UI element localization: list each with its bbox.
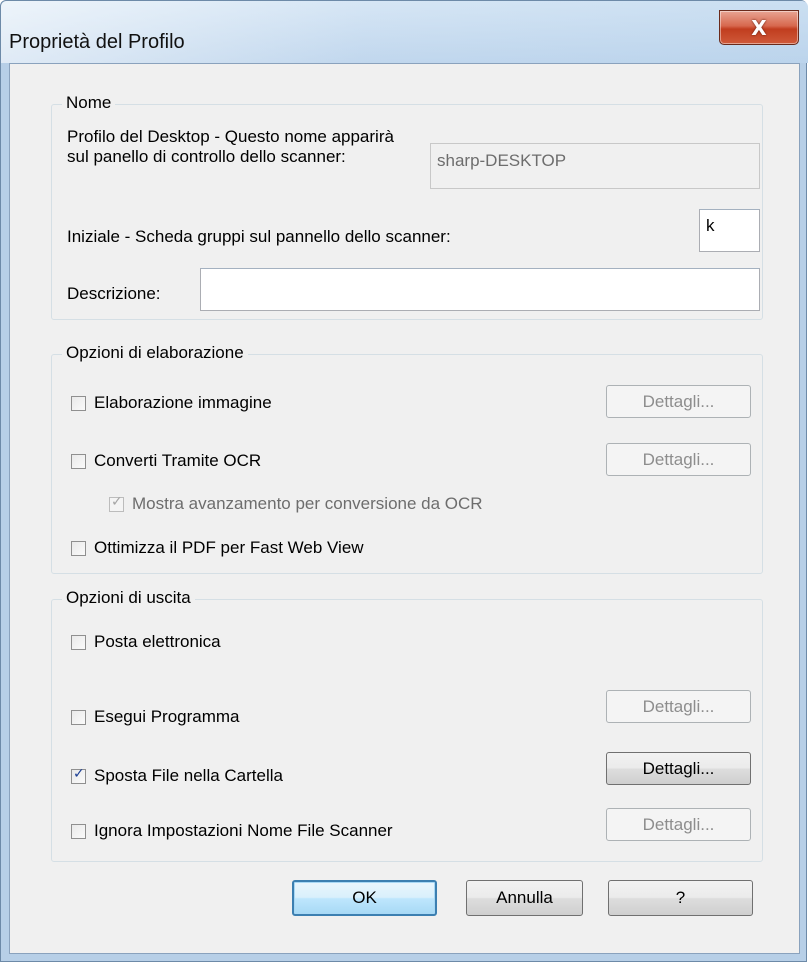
fast-web-view-check-box[interactable] [71, 540, 86, 556]
nome-group-title: Nome [62, 93, 116, 113]
ignore-names-details-button[interactable]: Dettagli... [606, 808, 751, 841]
ignore-names-check-box[interactable] [71, 823, 86, 839]
image-processing-check-box[interactable] [71, 395, 86, 411]
ocr-details-button[interactable]: Dettagli... [606, 443, 751, 476]
title-bar[interactable]: Proprietà del Profilo X [1, 1, 808, 63]
initial-label: Iniziale - Scheda gruppi sul pannello de… [67, 227, 451, 246]
uscita-group-title: Opzioni di uscita [62, 588, 195, 608]
move-file-check-box[interactable] [71, 766, 86, 784]
ocr-progress-label: Mostra avanzamento per conversione da OC… [132, 494, 483, 513]
fast-web-view-checkbox[interactable]: Ottimizza il PDF per Fast Web View [71, 538, 364, 558]
image-processing-checkbox[interactable]: Elaborazione immagine [71, 393, 272, 413]
desktop-profile-label: Profilo del Desktop - Questo nome appari… [67, 127, 394, 166]
run-program-check-box[interactable] [71, 709, 86, 725]
initial-field[interactable]: k [699, 209, 760, 252]
ocr-label: Converti Tramite OCR [94, 451, 262, 470]
description-label: Descrizione: [67, 284, 161, 303]
move-file-details-button[interactable]: Dettagli... [606, 752, 751, 785]
desktop-profile-field[interactable]: sharp-DESKTOP [430, 143, 760, 189]
email-checkbox[interactable]: Posta elettronica [71, 632, 221, 652]
image-processing-label: Elaborazione immagine [94, 393, 272, 412]
elaborazione-group-title: Opzioni di elaborazione [62, 343, 248, 363]
ok-button[interactable]: OK [292, 880, 437, 916]
run-program-details-button[interactable]: Dettagli... [606, 690, 751, 723]
ignore-names-checkbox[interactable]: Ignora Impostazioni Nome File Scanner [71, 821, 393, 841]
dialog-window: Proprietà del Profilo X Nome Profilo del… [0, 0, 808, 962]
ocr-progress-check-box[interactable] [109, 494, 124, 512]
image-processing-details-button[interactable]: Dettagli... [606, 385, 751, 418]
elaborazione-group: Opzioni di elaborazione Elaborazione imm… [51, 343, 763, 574]
ignore-names-label: Ignora Impostazioni Nome File Scanner [94, 821, 393, 840]
nome-group: Nome Profilo del Desktop - Questo nome a… [51, 93, 763, 320]
close-icon: X [751, 15, 767, 40]
close-button[interactable]: X [719, 10, 799, 45]
run-program-checkbox[interactable]: Esegui Programma [71, 707, 240, 727]
uscita-group: Opzioni di uscita Posta elettronica Eseg… [51, 588, 763, 862]
email-label: Posta elettronica [94, 632, 221, 651]
ocr-progress-checkbox[interactable]: Mostra avanzamento per conversione da OC… [109, 494, 483, 514]
move-file-checkbox[interactable]: Sposta File nella Cartella [71, 766, 283, 786]
fast-web-view-label: Ottimizza il PDF per Fast Web View [94, 538, 364, 557]
email-check-box[interactable] [71, 634, 86, 650]
help-button[interactable]: ? [608, 880, 753, 916]
move-file-label: Sposta File nella Cartella [94, 766, 283, 785]
ocr-check-box[interactable] [71, 453, 86, 469]
dialog-client-area: Nome Profilo del Desktop - Questo nome a… [9, 63, 800, 954]
window-title: Proprietà del Profilo [9, 31, 185, 53]
run-program-label: Esegui Programma [94, 707, 240, 726]
ocr-checkbox[interactable]: Converti Tramite OCR [71, 451, 261, 471]
cancel-button[interactable]: Annulla [466, 880, 583, 916]
description-field[interactable] [200, 268, 760, 311]
